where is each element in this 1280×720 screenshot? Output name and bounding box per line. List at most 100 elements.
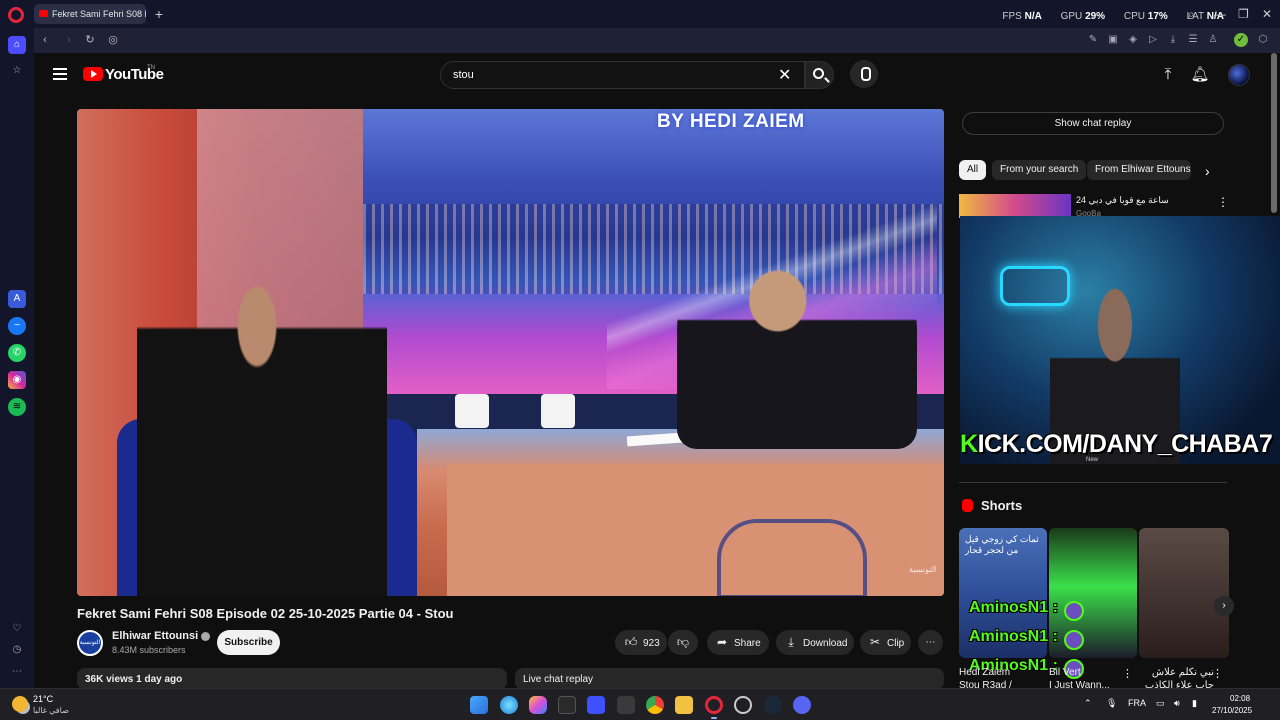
- show-chat-replay-button[interactable]: Show chat replay: [962, 112, 1224, 135]
- live-chat-replay-box[interactable]: Live chat replay: [515, 668, 944, 688]
- short-more-icon[interactable]: ⋮: [1122, 667, 1133, 680]
- thumbs-down-icon: 👎︎: [676, 635, 690, 649]
- close-icon[interactable]: ✕: [1262, 7, 1272, 21]
- new-badge: New: [1086, 457, 1099, 463]
- chip-from-channel[interactable]: From Elhiwar Ettounsi: [1087, 160, 1191, 180]
- more-icon: ⋯: [925, 637, 936, 648]
- start-icon[interactable]: [470, 696, 488, 714]
- shorts-next-icon[interactable]: ›: [1214, 596, 1234, 616]
- store-icon[interactable]: [558, 696, 576, 714]
- page-scrollbar[interactable]: [1271, 53, 1277, 213]
- back-icon[interactable]: ‹: [38, 33, 52, 47]
- recommended-more-icon[interactable]: ⋮: [1217, 195, 1229, 209]
- clock-time[interactable]: 02:08: [1230, 694, 1250, 703]
- player-icon[interactable]: ▷: [1146, 33, 1160, 47]
- download-button[interactable]: ⤓ Download: [776, 630, 854, 655]
- spotify-icon[interactable]: ≋: [8, 398, 26, 416]
- channel-avatar[interactable]: التونسية: [77, 630, 103, 656]
- opera-logo-icon[interactable]: [8, 7, 24, 23]
- youtube-country-code: TN: [147, 65, 155, 71]
- live-chat-replay-label: Live chat replay: [523, 674, 594, 685]
- video-description-box[interactable]: 36K views 1 day ago: [77, 668, 507, 688]
- steam-icon[interactable]: [764, 696, 782, 714]
- discord-icon[interactable]: [793, 696, 811, 714]
- browser-tab[interactable]: Fekret Sami Fehri S08 Episode 02 25-10-2…: [34, 4, 146, 24]
- battery-icon[interactable]: ▮: [1192, 698, 1197, 709]
- weather-description[interactable]: صافي غالبا: [33, 706, 69, 715]
- edge-icon[interactable]: [500, 696, 518, 714]
- short-title[interactable]: Bil Vert I Just Wann...: [1049, 666, 1110, 688]
- clock-date[interactable]: 27/10/2025: [1212, 706, 1252, 715]
- search-tabs-icon[interactable]: ⌕: [1188, 7, 1195, 22]
- vpn-icon[interactable]: ✓: [1234, 33, 1248, 47]
- downloads-icon[interactable]: ⤓: [1166, 33, 1180, 47]
- youtube-logo-icon[interactable]: [83, 67, 103, 81]
- opera-gx-icon[interactable]: [734, 696, 752, 714]
- short-thumbnail[interactable]: [1139, 528, 1229, 658]
- account-avatar[interactable]: [1228, 64, 1250, 86]
- short-title-line: Stou R3ad /: [959, 680, 1012, 688]
- forward-icon[interactable]: ›: [62, 33, 76, 47]
- microphone-icon[interactable]: 🎙︎: [1106, 698, 1117, 709]
- weather-temperature[interactable]: 21°C: [33, 694, 53, 704]
- instagram-icon[interactable]: ◉: [8, 371, 26, 389]
- copilot-icon[interactable]: [529, 696, 547, 714]
- short-title[interactable]: Hedi Zaiem Stou R3ad /: [959, 666, 1012, 688]
- weather-icon[interactable]: [12, 696, 28, 712]
- network-icon[interactable]: ▭: [1156, 698, 1165, 709]
- chrome-icon[interactable]: [646, 696, 664, 714]
- shield-icon[interactable]: ◈: [1126, 33, 1140, 47]
- bookmarks-icon[interactable]: ☆: [8, 62, 26, 80]
- new-tab-button[interactable]: +: [150, 5, 168, 23]
- chip-from-your-search[interactable]: From your search: [992, 160, 1087, 180]
- like-button[interactable]: 👍︎ 923: [615, 630, 667, 655]
- volume-icon[interactable]: 🔊︎: [1174, 698, 1180, 709]
- more-actions-button[interactable]: ⋯: [918, 630, 943, 655]
- upload-icon[interactable]: ⤒: [1158, 65, 1178, 85]
- vscode-icon[interactable]: [587, 696, 605, 714]
- home-icon[interactable]: ⌂: [8, 36, 26, 54]
- channel-name[interactable]: Elhiwar Ettounsi: [112, 630, 211, 642]
- snapshot-icon[interactable]: ▣: [1106, 33, 1120, 47]
- dislike-button[interactable]: 👎︎: [668, 630, 698, 655]
- search-icon: [813, 68, 824, 79]
- language-indicator[interactable]: FRA: [1128, 698, 1146, 708]
- reload-icon[interactable]: ↻: [83, 33, 97, 47]
- clear-search-icon[interactable]: ✕: [778, 65, 791, 85]
- search-input[interactable]: stou: [440, 61, 805, 89]
- aria-icon[interactable]: A: [8, 290, 26, 308]
- recommended-title[interactable]: 24 ساعة مع قوبا في دبي: [1076, 195, 1169, 206]
- more-icon[interactable]: ⋯: [8, 663, 26, 681]
- short-more-icon[interactable]: ⋮: [1212, 667, 1223, 680]
- short-title[interactable]: نبي نكلم علاش جاب علاء الكاذب: [1144, 666, 1214, 688]
- channel-name-text[interactable]: Elhiwar Ettounsi: [112, 630, 198, 642]
- tray-chevron-icon[interactable]: ⌃: [1084, 698, 1092, 709]
- opera-taskbar-icon[interactable]: [705, 696, 723, 714]
- file-explorer-icon[interactable]: [675, 696, 693, 714]
- voice-search-icon[interactable]: [850, 60, 878, 88]
- extensions-icon[interactable]: ⬡: [1256, 33, 1270, 47]
- recommended-thumbnail[interactable]: [959, 194, 1071, 218]
- chip-all[interactable]: All: [959, 160, 987, 180]
- edit-icon[interactable]: ✎: [1086, 33, 1100, 47]
- chips-next-icon[interactable]: ›: [1205, 163, 1210, 179]
- easy-setup-icon[interactable]: ☰: [1186, 33, 1200, 47]
- whatsapp-icon[interactable]: ✆: [8, 344, 26, 362]
- site-info-icon[interactable]: ◎: [106, 33, 120, 47]
- subscribe-button[interactable]: Subscribe: [217, 630, 280, 655]
- profile-icon[interactable]: ♙: [1206, 33, 1220, 47]
- youtube-favicon-icon: [39, 10, 48, 17]
- short-thumbnail[interactable]: [1049, 528, 1137, 658]
- clip-button[interactable]: ✂ Clip: [860, 630, 911, 655]
- heart-icon[interactable]: ♡: [8, 620, 26, 638]
- restore-icon[interactable]: ❐: [1238, 7, 1249, 21]
- minimize-icon[interactable]: —: [1214, 7, 1226, 21]
- unity-icon[interactable]: [617, 696, 635, 714]
- search-button[interactable]: [805, 61, 834, 89]
- share-button[interactable]: ➦ Share: [707, 630, 769, 655]
- history-icon[interactable]: ◷: [8, 641, 26, 659]
- menu-icon[interactable]: [53, 68, 67, 80]
- video-player[interactable]: BY HEDI ZAIEM التونسية: [77, 109, 944, 596]
- notifications-bell-icon[interactable]: 🔔︎: [1190, 65, 1210, 85]
- messenger-icon[interactable]: ~: [8, 317, 26, 335]
